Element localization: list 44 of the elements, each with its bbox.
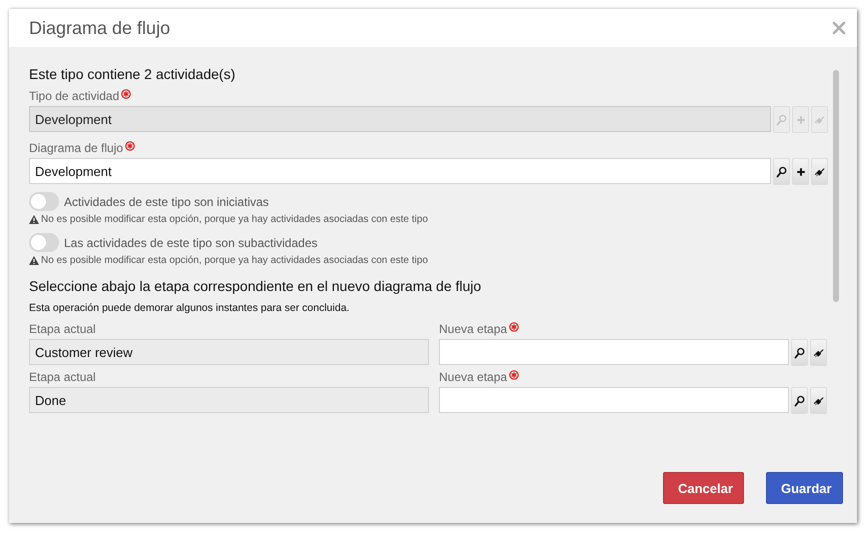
cancel-button[interactable]: Cancelar	[663, 472, 744, 504]
toggle-label: Actividades de este tipo son iniciativas	[64, 194, 269, 208]
search-icon	[794, 394, 806, 406]
input-field: Customer review	[29, 339, 429, 365]
section-note: Esta operación puede demorar algunos instantes para ser concluida.	[29, 302, 350, 314]
search-button[interactable]	[791, 339, 808, 366]
search-button[interactable]	[773, 158, 790, 185]
search-icon	[794, 346, 806, 358]
toggle-label: Las actividades de este tipo son subactividades	[64, 236, 318, 250]
clear-button[interactable]	[811, 158, 828, 185]
field-label: Etapa actual	[29, 322, 96, 336]
save-button[interactable]: Guardar	[766, 472, 843, 504]
warning-icon	[29, 256, 39, 265]
field-label: Tipo de actividad	[29, 89, 120, 103]
close-icon[interactable]	[832, 21, 846, 35]
brush-icon	[812, 394, 824, 406]
search-icon	[776, 114, 788, 126]
search-button[interactable]	[791, 387, 808, 414]
field-label: Diagrama de flujo	[29, 141, 124, 155]
brush-icon	[814, 114, 826, 126]
clear-button[interactable]	[810, 387, 827, 414]
warning-text: No es posible modificar esta opción, porque ya hay actividades asociadas con este tipo	[41, 214, 428, 225]
input-field[interactable]	[439, 339, 789, 365]
input-field[interactable]: Development	[29, 158, 771, 184]
input-field: Done	[29, 387, 429, 413]
add-button[interactable]	[792, 158, 809, 185]
field-label: Etapa actual	[29, 370, 96, 384]
brush-icon	[814, 166, 826, 178]
field-label: Nueva etapa	[439, 322, 508, 336]
toggle-switch[interactable]	[29, 233, 59, 252]
plus-icon	[794, 166, 806, 178]
toggle-switch[interactable]	[29, 192, 59, 211]
brush-icon	[812, 346, 824, 358]
summary-text: Este tipo contiene 2 actividade(s)	[29, 66, 236, 82]
clear-button[interactable]	[810, 339, 827, 366]
window-title: Diagrama de flujo	[29, 18, 170, 38]
search-icon	[776, 166, 788, 178]
scrollbar[interactable]	[833, 70, 839, 302]
warning-text: No es posible modificar esta opción, porque ya hay actividades asociadas con este tipo	[41, 255, 428, 266]
plus-icon	[794, 114, 806, 126]
section-heading: Seleccione abajo la etapa correspondiente en el nuevo diagrama de flujo	[29, 278, 482, 294]
field-label: Nueva etapa	[439, 370, 508, 384]
warning-icon	[29, 215, 39, 224]
input-field[interactable]	[439, 387, 789, 413]
